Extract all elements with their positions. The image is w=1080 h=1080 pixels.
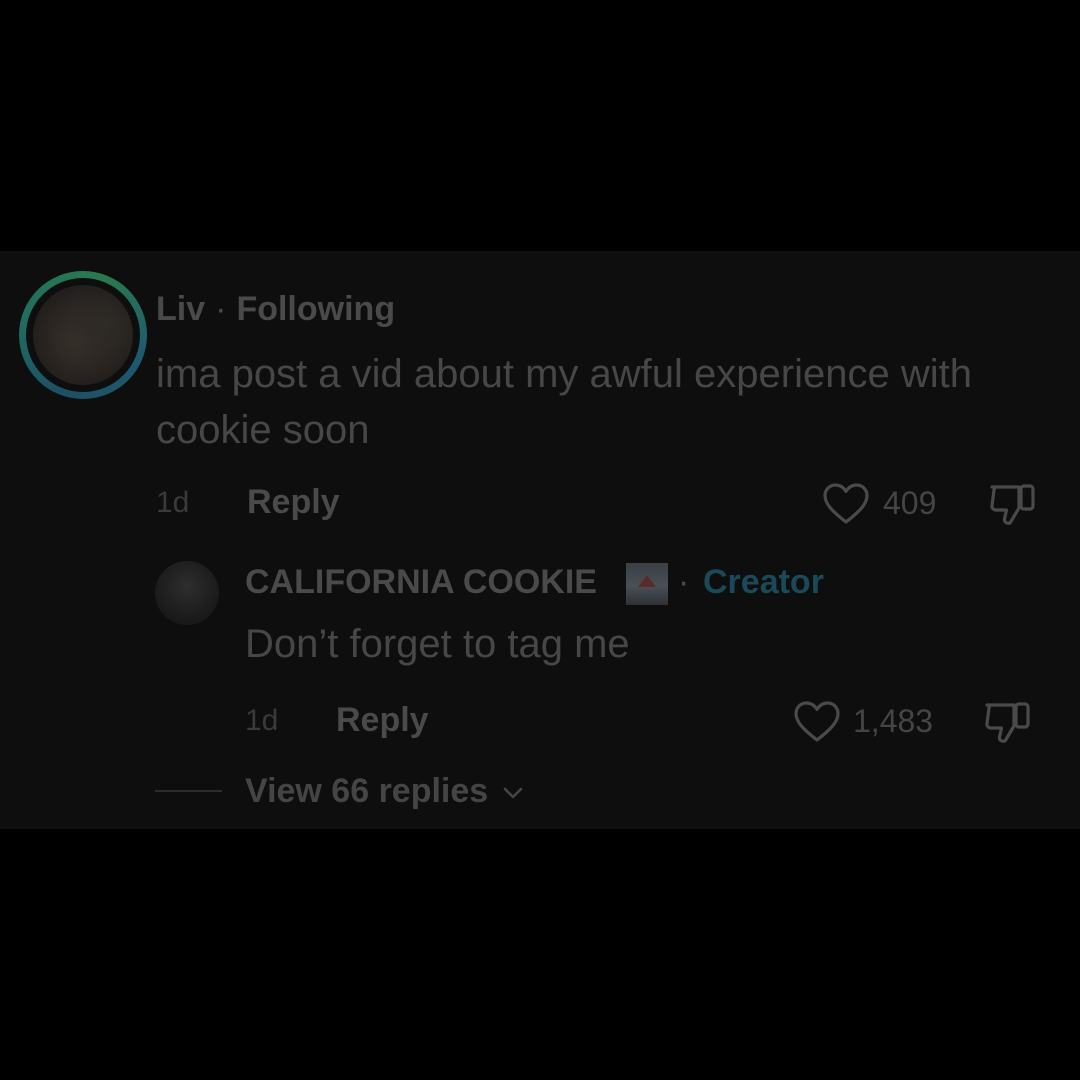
mountain-icon (638, 575, 656, 587)
reply-separator: · (678, 563, 690, 601)
chevron-down-icon (503, 787, 522, 799)
view-replies-label: View 66 replies (245, 772, 489, 810)
reply-text: Don’t forget to tag me (245, 622, 630, 666)
creator-avatar[interactable] (155, 561, 219, 625)
reply-reply-button[interactable]: Reply (336, 701, 429, 740)
thread-divider (155, 790, 222, 792)
comment-text: ima post a vid about my awful experience… (156, 352, 972, 452)
header-separator: · (215, 290, 227, 328)
like-button[interactable] (822, 482, 870, 526)
creator-label: Creator (703, 563, 824, 601)
comment-username[interactable]: Liv (156, 290, 205, 328)
reply-dislike-button[interactable] (983, 699, 1033, 745)
reply-button[interactable]: Reply (247, 483, 340, 522)
reply-like-count: 1,483 (853, 703, 934, 739)
screen: Liv · Following ima post a vid about my aw… (0, 0, 1080, 1080)
following-label: Following (236, 290, 396, 328)
creator-badge (626, 563, 668, 605)
comment-header: Liv · Following (156, 290, 395, 329)
reply-username[interactable]: CALIFORNIA COOKIE (245, 563, 597, 602)
avatar-shading (33, 285, 133, 385)
comments-panel (0, 251, 1080, 829)
comment-timestamp: 1d (156, 486, 190, 519)
heart-icon (823, 483, 869, 524)
thumbs-down-icon (990, 484, 1035, 525)
reply-like-button[interactable] (793, 700, 841, 744)
view-replies-button[interactable]: View 66 replies (245, 772, 524, 811)
thumbs-down-icon (985, 702, 1030, 743)
dislike-button[interactable] (988, 481, 1038, 527)
avatar[interactable] (33, 285, 133, 385)
reply-timestamp: 1d (245, 704, 279, 737)
heart-icon (794, 701, 840, 742)
like-count: 409 (883, 485, 937, 521)
